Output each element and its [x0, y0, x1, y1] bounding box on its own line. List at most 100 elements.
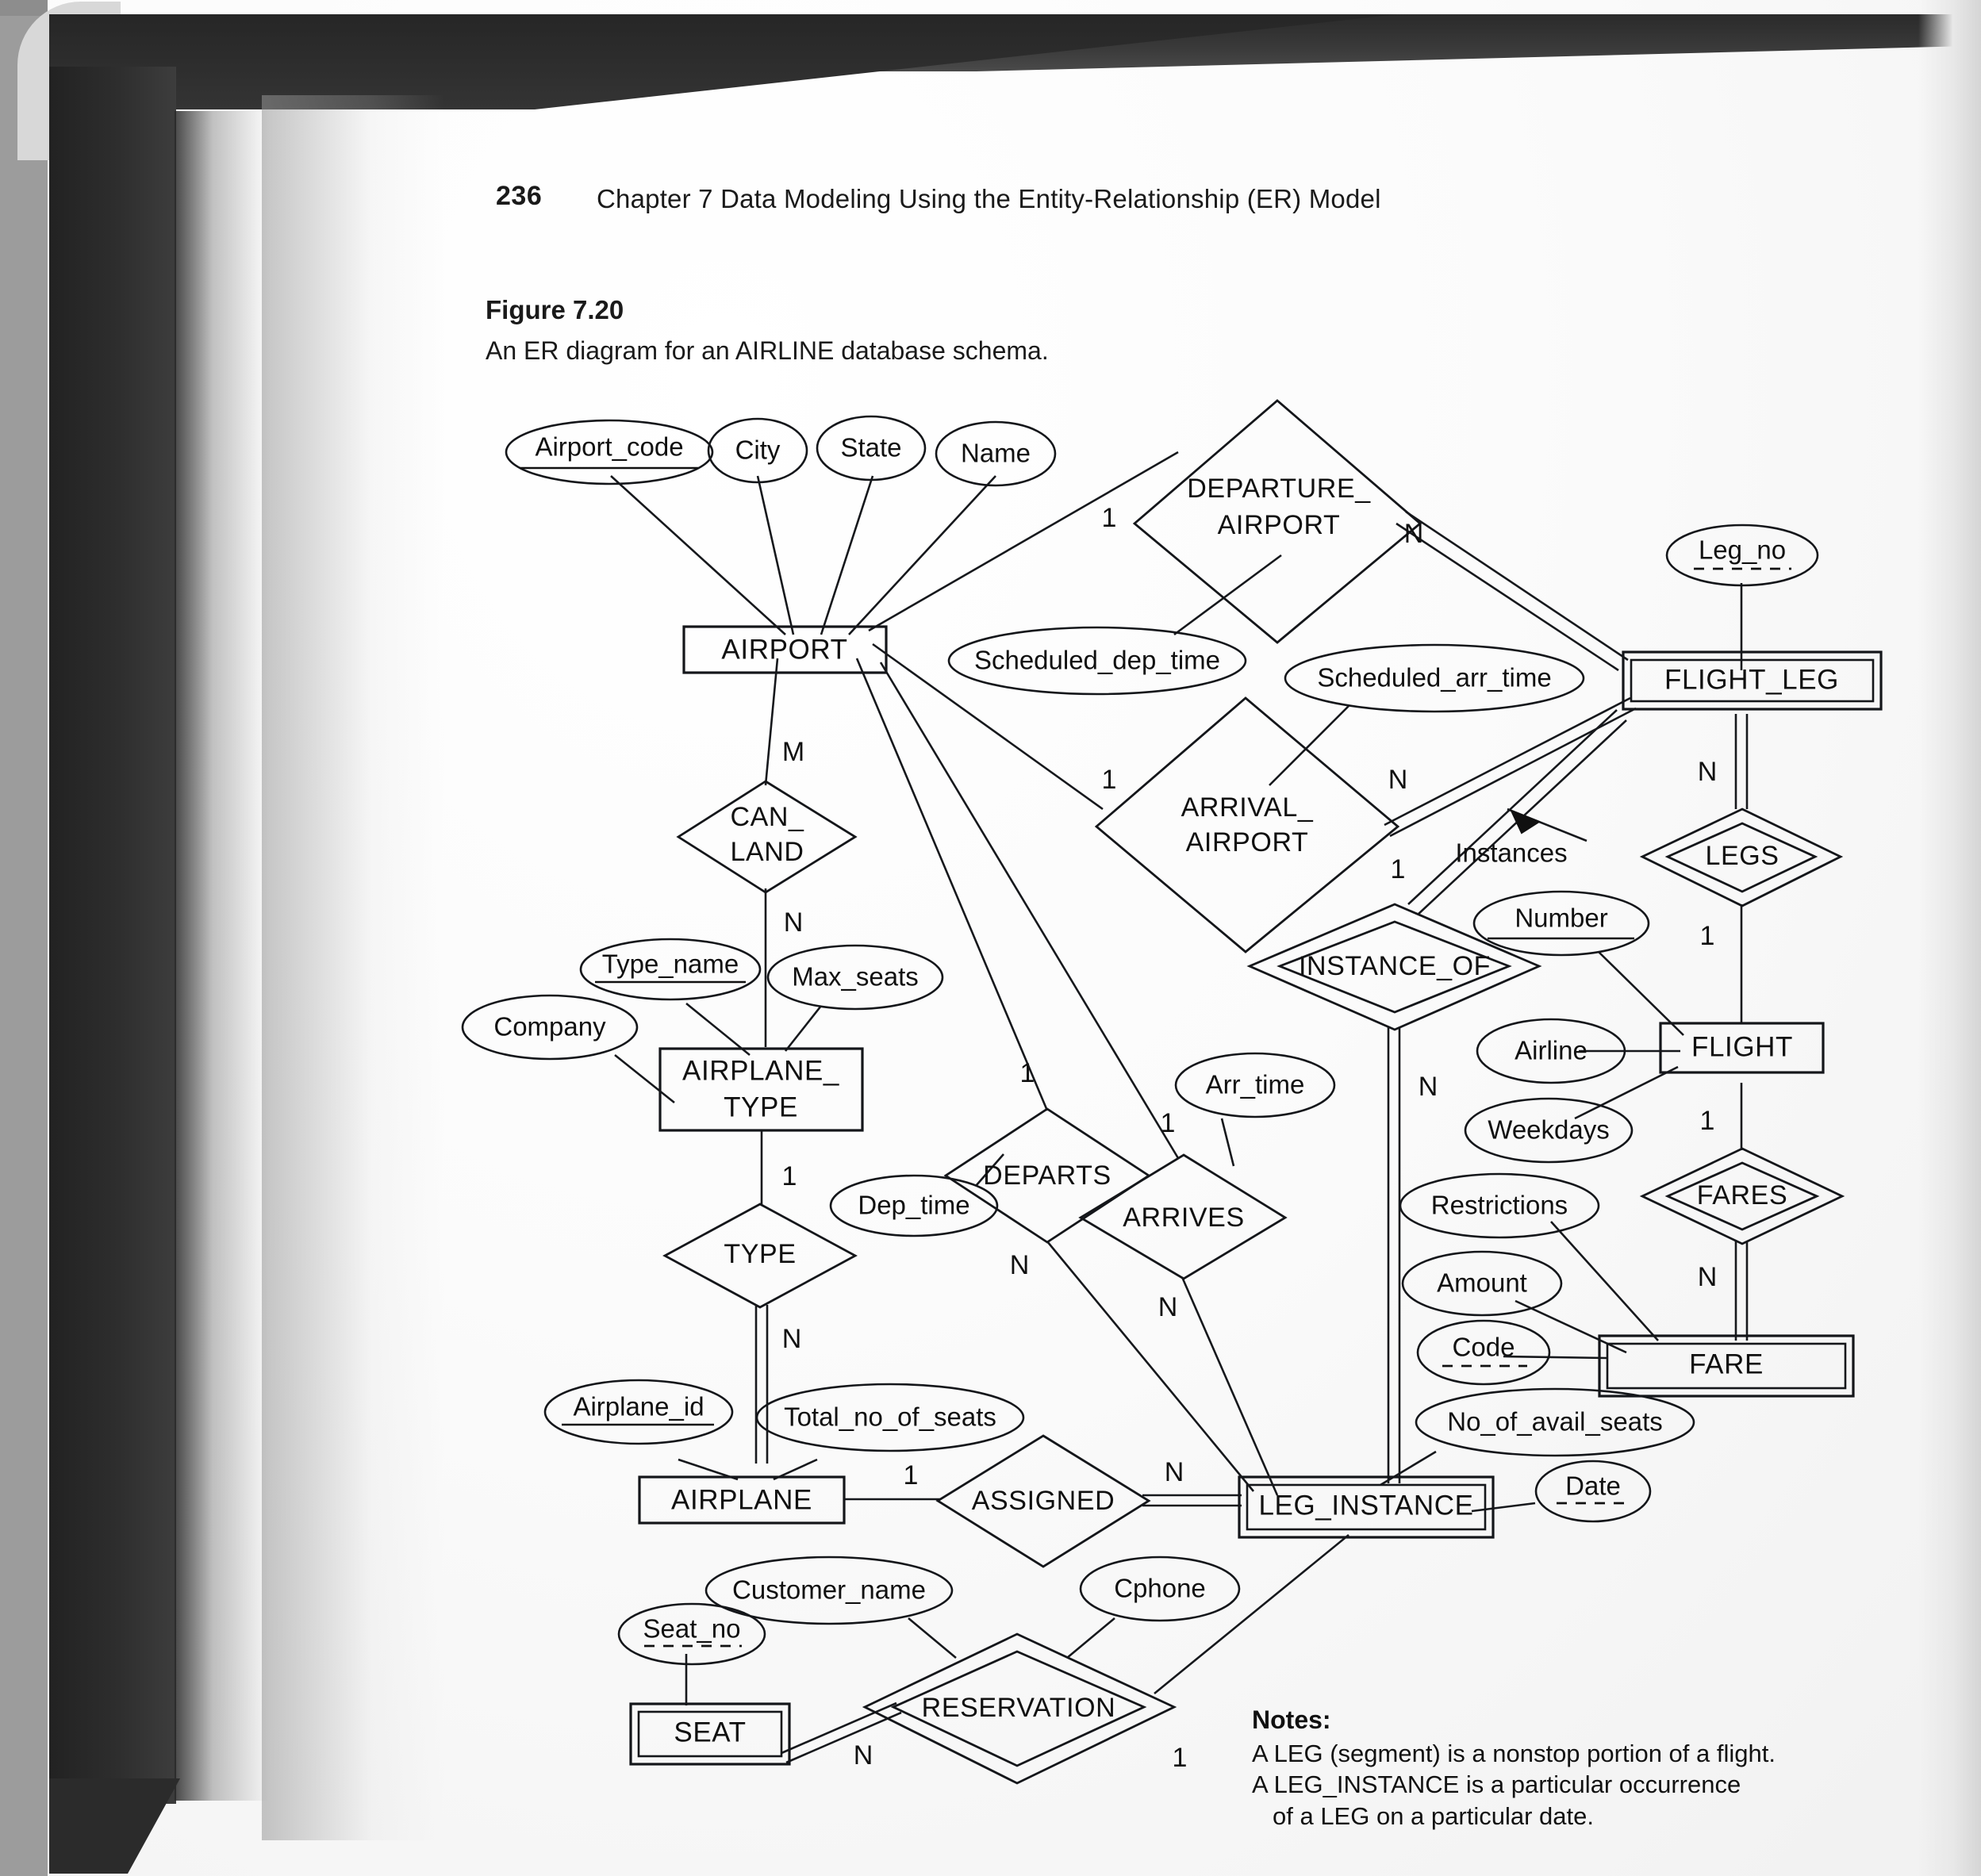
attribute-scheduled-arr-time[interactable]: Scheduled_arr_time: [1284, 643, 1585, 713]
card-arrives-N: N: [1158, 1292, 1178, 1322]
attribute-date-label: Date: [1565, 1471, 1621, 1501]
entity-airport-label: AIRPORT: [721, 634, 847, 665]
attribute-code[interactable]: Code: [1416, 1319, 1551, 1386]
attribute-weekdays[interactable]: Weekdays: [1464, 1097, 1634, 1164]
attribute-arr-time-label: Arr_time: [1206, 1070, 1305, 1099]
card-can-land-M: M: [782, 737, 804, 767]
attribute-city[interactable]: City: [707, 417, 808, 484]
card-legs-1: 1: [1700, 921, 1715, 951]
entity-flight[interactable]: FLIGHT: [1659, 1022, 1825, 1074]
card-reservation-1: 1: [1173, 1743, 1188, 1773]
entity-fare[interactable]: FARE: [1598, 1334, 1855, 1398]
card-fares-1: 1: [1700, 1106, 1715, 1136]
relationship-departure-airport[interactable]: DEPARTURE_ AIRPORT: [1131, 397, 1424, 646]
relationship-departs[interactable]: DEPARTS: [943, 1107, 1151, 1244]
rel-instance-of-label: INSTANCE_OF: [1299, 951, 1491, 981]
attribute-number[interactable]: Number: [1472, 890, 1650, 957]
rel-departs-label: DEPARTS: [983, 1161, 1111, 1191]
rel-departure-airport-line1: DEPARTURE_: [1187, 474, 1371, 504]
relationship-arrival-airport[interactable]: ARRIVAL_ AIRPORT: [1094, 696, 1400, 953]
rel-legs-label: LEGS: [1705, 841, 1779, 871]
attribute-leg-no[interactable]: Leg_no: [1665, 524, 1819, 587]
attribute-cphone[interactable]: Cphone: [1079, 1556, 1241, 1622]
attribute-amount-label: Amount: [1437, 1268, 1527, 1298]
card-departure-airport-N: N: [1404, 519, 1424, 549]
card-assigned-1: 1: [904, 1460, 919, 1490]
relationship-type[interactable]: TYPE: [662, 1203, 858, 1309]
notes-line-1: A LEG (segment) is a nonstop portion of …: [1252, 1740, 1776, 1767]
card-assigned-N: N: [1165, 1457, 1184, 1487]
rel-departure-airport-line2: AIRPORT: [1218, 510, 1341, 540]
attribute-no-of-avail-seats[interactable]: No_of_avail_seats: [1415, 1387, 1695, 1457]
entity-flight-label: FLIGHT: [1691, 1031, 1793, 1062]
rel-type-label: TYPE: [724, 1239, 796, 1269]
card-type-1: 1: [782, 1161, 797, 1191]
attribute-state[interactable]: State: [816, 415, 927, 481]
attribute-name-label: Name: [961, 439, 1031, 468]
attribute-max-seats-label: Max_seats: [792, 962, 919, 992]
attribute-company[interactable]: Company: [461, 994, 639, 1061]
relationship-instance-of[interactable]: INSTANCE_OF: [1246, 903, 1542, 1031]
rel-fares-label: FARES: [1697, 1180, 1787, 1210]
attribute-type-name-label: Type_name: [602, 950, 739, 979]
attribute-customer-name-label: Customer_name: [732, 1575, 926, 1605]
attribute-restrictions-label: Restrictions: [1431, 1191, 1568, 1220]
attribute-airplane-id[interactable]: Airplane_id: [543, 1379, 734, 1445]
relationship-fares[interactable]: FARES: [1639, 1147, 1845, 1245]
attribute-scheduled-dep-time-label: Scheduled_dep_time: [974, 646, 1220, 675]
notes-block: Notes: A LEG (segment) is a nonstop port…: [1252, 1705, 1776, 1832]
card-departs-N: N: [1010, 1250, 1030, 1280]
relationship-reservation[interactable]: RESERVATION: [862, 1632, 1177, 1785]
entity-flight-leg[interactable]: FLIGHT_LEG: [1622, 650, 1883, 711]
attribute-restrictions[interactable]: Restrictions: [1399, 1172, 1600, 1239]
attribute-date[interactable]: Date: [1534, 1460, 1652, 1523]
rel-can-land-line2: LAND: [730, 837, 804, 867]
entity-airport[interactable]: AIRPORT: [682, 625, 888, 674]
attribute-state-label: State: [840, 433, 901, 462]
relationship-legs[interactable]: LEGS: [1639, 808, 1844, 907]
attribute-amount[interactable]: Amount: [1401, 1250, 1563, 1317]
attribute-cphone-label: Cphone: [1114, 1574, 1206, 1603]
entity-seat[interactable]: SEAT: [629, 1702, 791, 1766]
annotation-instances: Instances: [1455, 838, 1567, 868]
card-legs-N: N: [1698, 757, 1718, 787]
notes-line-3: of a LEG on a particular date.: [1273, 1801, 1594, 1830]
card-arrival-airport-1: 1: [1102, 765, 1117, 795]
attribute-scheduled-dep-time[interactable]: Scheduled_dep_time: [947, 626, 1247, 696]
card-reservation-N: N: [854, 1740, 873, 1770]
rel-reservation-label: RESERVATION: [922, 1693, 1116, 1723]
rel-arrival-airport-line2: AIRPORT: [1186, 827, 1309, 857]
relationship-can-land[interactable]: CAN_ LAND: [676, 780, 858, 894]
attribute-total-no-of-seats[interactable]: Total_no_of_seats: [755, 1383, 1025, 1452]
attribute-arr-time[interactable]: Arr_time: [1174, 1052, 1336, 1118]
rel-can-land-line1: CAN_: [730, 802, 804, 832]
card-departure-airport-1: 1: [1102, 503, 1117, 533]
entity-fare-label: FARE: [1689, 1348, 1764, 1379]
attribute-city-label: City: [735, 435, 781, 465]
attribute-seat-no-label: Seat_no: [643, 1614, 741, 1644]
entity-airplane[interactable]: AIRPLANE: [638, 1475, 846, 1525]
attribute-dep-time[interactable]: Dep_time: [829, 1174, 999, 1237]
entity-leg-instance[interactable]: LEG_INSTANCE: [1238, 1475, 1495, 1539]
attribute-airport-code-label: Airport_code: [535, 432, 683, 462]
entity-airplane-type-label-line1: AIRPLANE_: [682, 1055, 839, 1086]
card-instance-of-1: 1: [1391, 854, 1406, 884]
entity-airplane-type[interactable]: AIRPLANE_ TYPE: [658, 1047, 864, 1132]
card-can-land-N: N: [784, 907, 804, 938]
attribute-weekdays-label: Weekdays: [1488, 1115, 1609, 1145]
card-arrival-airport-N: N: [1388, 765, 1408, 795]
notes-line-2: A LEG_INSTANCE is a particular occurrenc…: [1252, 1770, 1741, 1799]
relationship-assigned[interactable]: ASSIGNED: [935, 1434, 1151, 1568]
attribute-customer-name[interactable]: Customer_name: [704, 1556, 954, 1625]
entity-flight-leg-label: FLIGHT_LEG: [1664, 664, 1839, 695]
attribute-max-seats[interactable]: Max_seats: [766, 944, 944, 1011]
attribute-airport-code[interactable]: Airport_code: [505, 419, 714, 485]
attribute-number-label: Number: [1515, 903, 1607, 933]
notes-title: Notes:: [1252, 1705, 1331, 1734]
attribute-seat-no[interactable]: Seat_no: [617, 1602, 766, 1666]
attribute-type-name[interactable]: Type_name: [579, 938, 762, 1001]
attribute-leg-no-label: Leg_no: [1699, 535, 1786, 565]
card-type-N: N: [782, 1324, 802, 1354]
rel-arrival-airport-line1: ARRIVAL_: [1181, 792, 1314, 823]
card-departs-1: 1: [1020, 1058, 1035, 1088]
